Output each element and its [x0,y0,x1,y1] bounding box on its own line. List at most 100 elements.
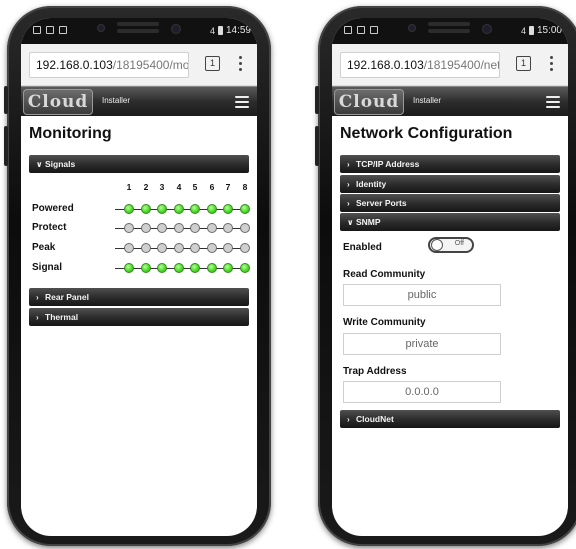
led-on-indicator [157,263,167,273]
tab-switcher-button[interactable]: 1 [516,56,531,71]
led-off-indicator [174,243,184,253]
screen-network-configuration: 4 15:00 192.168.0.103/18195400/netw 1 Cl… [332,18,568,536]
chevron-down-icon: ∨ [347,218,354,227]
led-on-indicator [207,263,217,273]
speaker-grille [428,22,470,26]
led-on-indicator [124,263,134,273]
signal-row: Protect [21,222,257,236]
more-options-icon[interactable] [548,56,554,74]
page-title: Network Configuration [340,125,513,142]
section-signals[interactable]: ∨ Signals [29,155,249,173]
user-role: Installer [102,96,131,105]
address-bar[interactable]: 192.168.0.103/18195400/netw [340,52,500,78]
battery-icon [528,26,534,35]
led-on-indicator [190,263,200,273]
front-camera-icon [482,24,492,34]
battery-icon [217,26,223,35]
section-thermal[interactable]: › Thermal [29,308,249,326]
led-off-indicator [223,243,233,253]
channel-number: 6 [209,182,215,192]
channel-number: 3 [159,182,165,192]
led-on-indicator [174,263,184,273]
section-identity[interactable]: › Identity [340,175,560,193]
channel-number: 4 [176,182,182,192]
chevron-right-icon: › [347,415,350,424]
volume-button [4,86,8,114]
chevron-right-icon: › [36,293,39,302]
tab-switcher-button[interactable]: 1 [205,56,220,71]
led-off-indicator [190,223,200,233]
phone-left: 4 14:59 192.168.0.103/18195400/moni 1 Cl… [4,6,271,546]
browser-toolbar: 192.168.0.103/18195400/netw 1 [332,44,568,86]
clock: 14:59 [225,25,251,36]
hamburger-menu-icon[interactable] [546,96,560,108]
led-off-indicator [157,243,167,253]
status-bar: 4 14:59 [21,18,257,44]
led-off-indicator [240,223,250,233]
section-label: TCP/IP Address [356,159,420,169]
channel-headers: 1 2 3 4 5 6 7 8 [21,182,257,196]
address-bar[interactable]: 192.168.0.103/18195400/moni [29,52,189,78]
channel-number: 7 [225,182,231,192]
clock: 15:00 [536,25,562,36]
led-on-indicator [207,204,217,214]
notification-icon [344,26,352,34]
signal-row: Signal [21,262,257,276]
chevron-down-icon: ∨ [36,160,43,169]
section-label: Signals [45,159,76,169]
image-icon [59,26,67,34]
user-role: Installer [413,96,442,105]
url-path: /18195400/netw [423,58,499,72]
section-rear-panel[interactable]: › Rear Panel [29,288,249,306]
cloud-logo[interactable]: Cloud [334,89,404,115]
volume-button [4,126,8,166]
led-off-indicator [157,223,167,233]
led-off-indicator [240,243,250,253]
row-label: Signal [32,262,63,273]
led-on-indicator [141,263,151,273]
cloud-logo[interactable]: Cloud [23,89,93,115]
write-community-input[interactable]: private [343,333,501,355]
url-host: 192.168.0.103 [347,58,424,72]
status-bar: 4 15:00 [332,18,568,44]
section-label: CloudNet [356,414,394,424]
snmp-enabled-toggle[interactable]: Off [428,237,474,253]
enabled-label: Enabled [343,242,382,253]
section-snmp[interactable]: ∨ SNMP [340,213,560,231]
led-on-indicator [223,204,233,214]
led-on-indicator [240,204,250,214]
led-on-indicator [174,204,184,214]
signal-row: Peak [21,242,257,256]
trap-address-input[interactable]: 0.0.0.0 [343,381,501,403]
chevron-right-icon: › [347,199,350,208]
signal-row: Powered [21,203,257,217]
toggle-state: Off [454,240,464,247]
led-off-indicator [207,223,217,233]
channel-number: 2 [143,182,149,192]
front-camera-icon [171,24,181,34]
section-cloudnet[interactable]: › CloudNet [340,410,560,428]
browser-toolbar: 192.168.0.103/18195400/moni 1 [21,44,257,86]
more-options-icon[interactable] [237,56,243,74]
screen-monitoring: 4 14:59 192.168.0.103/18195400/moni 1 Cl… [21,18,257,536]
section-label: Thermal [45,312,79,322]
row-label: Powered [32,203,74,214]
led-on-indicator [190,204,200,214]
led-off-indicator [190,243,200,253]
app-header: Cloud Installer [332,86,568,116]
led-off-indicator [141,223,151,233]
section-tcpip-address[interactable]: › TCP/IP Address [340,155,560,173]
led-off-indicator [207,243,217,253]
speaker-grille [117,29,159,33]
notification-icon [357,26,365,34]
signal-strength: 4 [209,25,215,36]
volume-button [315,86,319,114]
page-title: Monitoring [29,125,112,142]
url-path: /18195400/moni [112,58,189,72]
section-label: Server Ports [356,198,407,208]
notification-icon [46,26,54,34]
section-server-ports[interactable]: › Server Ports [340,194,560,212]
led-off-indicator [141,243,151,253]
read-community-input[interactable]: public [343,284,501,306]
hamburger-menu-icon[interactable] [235,96,249,108]
